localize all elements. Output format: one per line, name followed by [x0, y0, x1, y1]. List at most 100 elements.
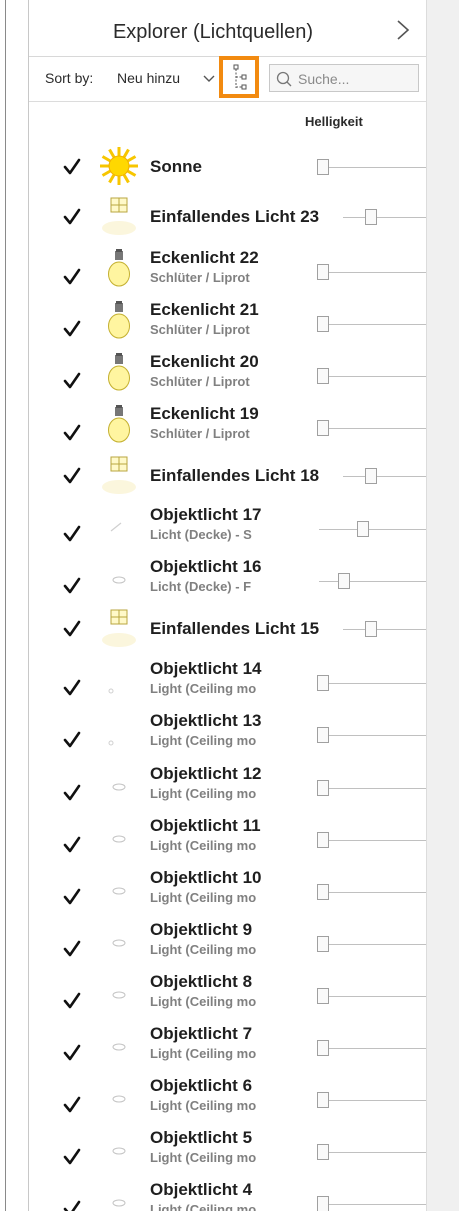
light-row[interactable]: Objektlicht 11 Light (Ceiling mo: [29, 812, 427, 862]
ceiling-light-icon: [112, 835, 126, 843]
visibility-checkbox[interactable]: [63, 577, 81, 595]
brightness-slider[interactable]: [317, 788, 427, 789]
visibility-checkbox[interactable]: [63, 320, 81, 338]
brightness-slider-thumb[interactable]: [317, 727, 329, 743]
light-row[interactable]: Objektlicht 6 Light (Ceiling mo: [29, 1072, 427, 1122]
light-row[interactable]: Eckenlicht 19 Schlüter / Liprot: [29, 400, 427, 450]
scrollbar[interactable]: [426, 0, 459, 1211]
brightness-slider[interactable]: [317, 1204, 427, 1205]
light-subtitle: Light (Ceiling mo: [150, 681, 257, 696]
brightness-slider[interactable]: [317, 892, 427, 893]
visibility-checkbox[interactable]: [63, 836, 81, 854]
visibility-checkbox[interactable]: [63, 158, 81, 176]
brightness-slider[interactable]: [317, 376, 427, 377]
brightness-slider[interactable]: [317, 428, 427, 429]
brightness-slider[interactable]: [317, 324, 427, 325]
visibility-checkbox[interactable]: [63, 424, 81, 442]
light-subtitle: Light (Ceiling mo: [150, 733, 257, 748]
visibility-checkbox[interactable]: [63, 992, 81, 1010]
visibility-checkbox[interactable]: [63, 268, 81, 286]
visibility-checkbox[interactable]: [63, 525, 81, 543]
light-row[interactable]: Objektlicht 13 Light (Ceiling mo: [29, 707, 427, 757]
visibility-checkbox[interactable]: [63, 679, 81, 697]
bulb-icon: [108, 405, 130, 443]
brightness-slider-thumb[interactable]: [317, 1196, 329, 1211]
visibility-checkbox[interactable]: [63, 1148, 81, 1166]
brightness-slider-thumb[interactable]: [317, 832, 329, 848]
light-row[interactable]: Eckenlicht 22 Schlüter / Liprot: [29, 244, 427, 294]
panel-header: Explorer (Lichtquellen): [29, 0, 427, 57]
visibility-checkbox[interactable]: [63, 372, 81, 390]
brightness-slider[interactable]: [343, 217, 427, 218]
light-row[interactable]: Objektlicht 5 Light (Ceiling mo: [29, 1124, 427, 1174]
brightness-slider[interactable]: [317, 683, 427, 684]
brightness-slider[interactable]: [317, 840, 427, 841]
light-row[interactable]: Eckenlicht 20 Schlüter / Liprot: [29, 348, 427, 398]
tree-view-button[interactable]: [219, 56, 259, 98]
brightness-slider-thumb[interactable]: [317, 316, 329, 332]
brightness-slider[interactable]: [343, 629, 427, 630]
visibility-checkbox[interactable]: [63, 208, 81, 226]
explorer-panel: Explorer (Lichtquellen) Sort by: Neu hin…: [28, 0, 427, 1211]
brightness-slider-thumb[interactable]: [317, 988, 329, 1004]
brightness-slider-thumb[interactable]: [317, 420, 329, 436]
visibility-checkbox[interactable]: [63, 1200, 81, 1211]
light-name: Objektlicht 13: [150, 711, 262, 730]
light-row[interactable]: Einfallendes Licht 23: [29, 192, 427, 242]
visibility-checkbox[interactable]: [63, 1044, 81, 1062]
brightness-slider-thumb[interactable]: [364, 468, 377, 484]
visibility-checkbox[interactable]: [63, 940, 81, 958]
brightness-slider[interactable]: [317, 1152, 427, 1153]
light-row[interactable]: Objektlicht 17 Licht (Decke) - S: [29, 501, 427, 551]
visibility-checkbox[interactable]: [63, 731, 81, 749]
light-row[interactable]: Objektlicht 4 Light (Ceiling mo: [29, 1176, 427, 1211]
chevron-right-icon[interactable]: [396, 18, 410, 42]
sort-dropdown[interactable]: Neu hinzu: [113, 66, 218, 90]
brightness-slider[interactable]: [317, 944, 427, 945]
brightness-slider-thumb[interactable]: [364, 621, 377, 637]
light-row[interactable]: Objektlicht 8 Light (Ceiling mo: [29, 968, 427, 1018]
brightness-slider[interactable]: [317, 1100, 427, 1101]
brightness-slider-thumb[interactable]: [357, 521, 370, 537]
light-row[interactable]: Objektlicht 10 Light (Ceiling mo: [29, 864, 427, 914]
brightness-slider-thumb[interactable]: [317, 1040, 329, 1056]
light-name: Einfallendes Licht 18: [150, 466, 320, 485]
brightness-slider-thumb[interactable]: [317, 884, 329, 900]
brightness-slider[interactable]: [319, 581, 427, 582]
light-row[interactable]: Objektlicht 16 Licht (Decke) - F: [29, 553, 427, 603]
brightness-slider-thumb[interactable]: [317, 159, 329, 175]
brightness-slider-thumb[interactable]: [317, 936, 329, 952]
brightness-slider-thumb[interactable]: [364, 209, 377, 225]
light-row[interactable]: Einfallendes Licht 15: [29, 604, 427, 654]
brightness-slider-thumb[interactable]: [317, 1092, 329, 1108]
brightness-slider[interactable]: [319, 529, 427, 530]
light-row[interactable]: Einfallendes Licht 18: [29, 451, 427, 501]
visibility-checkbox[interactable]: [63, 784, 81, 802]
brightness-slider-thumb[interactable]: [317, 675, 329, 691]
light-row[interactable]: Objektlicht 7 Light (Ceiling mo: [29, 1020, 427, 1070]
brightness-slider-thumb[interactable]: [338, 573, 351, 589]
visibility-checkbox[interactable]: [63, 1096, 81, 1114]
brightness-slider[interactable]: [343, 476, 427, 477]
brightness-slider[interactable]: [317, 735, 427, 736]
brightness-slider-thumb[interactable]: [317, 1144, 329, 1160]
light-row[interactable]: Objektlicht 9 Light (Ceiling mo: [29, 916, 427, 966]
light-row[interactable]: Sonne: [29, 142, 427, 192]
visibility-checkbox[interactable]: [63, 620, 81, 638]
light-name: Sonne: [150, 157, 202, 176]
brightness-slider[interactable]: [317, 272, 427, 273]
brightness-slider[interactable]: [317, 1048, 427, 1049]
brightness-slider[interactable]: [317, 167, 427, 168]
brightness-slider-thumb[interactable]: [317, 264, 329, 280]
light-row[interactable]: Objektlicht 14 Light (Ceiling mo: [29, 655, 427, 705]
bulb-icon: [108, 301, 130, 339]
visibility-checkbox[interactable]: [63, 888, 81, 906]
brightness-slider-thumb[interactable]: [317, 368, 329, 384]
ceiling-light-icon: [112, 939, 126, 947]
brightness-slider-thumb[interactable]: [317, 780, 329, 796]
search-field[interactable]: Suche...: [269, 64, 419, 92]
visibility-checkbox[interactable]: [63, 467, 81, 485]
light-row[interactable]: Eckenlicht 21 Schlüter / Liprot: [29, 296, 427, 346]
light-row[interactable]: Objektlicht 12 Light (Ceiling mo: [29, 760, 427, 810]
brightness-slider[interactable]: [317, 996, 427, 997]
